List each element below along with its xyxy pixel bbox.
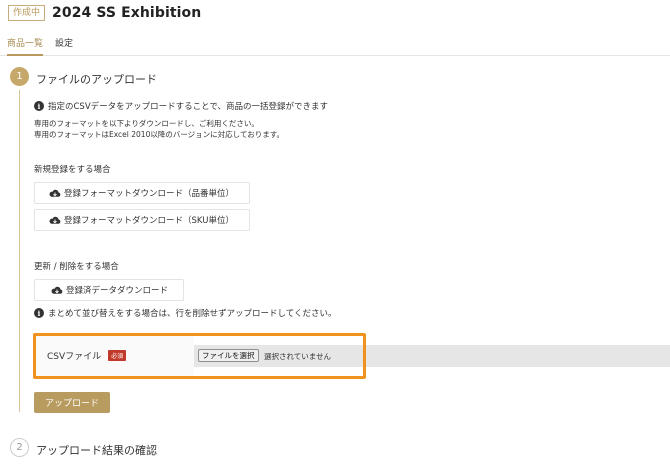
reorder-warning-text: まとめて並び替えをする場合は、行を削除せずアップロードしてください。 bbox=[48, 309, 337, 319]
download-format-item-label: 登録フォーマットダウンロード（品番単位） bbox=[64, 189, 235, 199]
step-2-number: 2 bbox=[10, 438, 29, 457]
page-header: 作成中 2024 SS Exhibition bbox=[8, 4, 201, 22]
info-icon: i bbox=[34, 101, 44, 111]
tab-product-list[interactable]: 商品一覧 bbox=[7, 36, 44, 56]
reorder-warning: i まとめて並び替えをする場合は、行を削除せずアップロードしてください。 bbox=[34, 307, 337, 319]
info-note-1: 専用のフォーマットを以下よりダウンロードし、ご利用ください。 bbox=[34, 119, 259, 128]
download-format-sku-label: 登録フォーマットダウンロード（SKU単位） bbox=[64, 216, 234, 226]
info-main-text: 指定のCSVデータをアップロードすることで、商品の一括登録ができます bbox=[48, 102, 329, 112]
tab-settings[interactable]: 設定 bbox=[55, 36, 73, 56]
step-1-title: ファイルのアップロード bbox=[36, 73, 157, 86]
download-registered-data-button[interactable]: 登録済データダウンロード bbox=[34, 279, 184, 301]
step-1-number: 1 bbox=[10, 67, 29, 86]
info-note-2: 専用のフォーマットはExcel 2010以降のバージョンに対応しております。 bbox=[34, 130, 284, 139]
cloud-download-icon bbox=[49, 189, 61, 197]
cloud-download-icon bbox=[49, 216, 61, 224]
step-connector-line bbox=[19, 90, 20, 412]
cloud-download-icon bbox=[51, 286, 63, 294]
page-title: 2024 SS Exhibition bbox=[52, 5, 202, 21]
new-registration-label: 新規登録をする場合 bbox=[34, 165, 111, 175]
upload-button[interactable]: アップロード bbox=[34, 392, 110, 413]
info-icon: i bbox=[34, 308, 44, 318]
update-delete-label: 更新 / 削除をする場合 bbox=[34, 262, 119, 272]
download-registered-data-label: 登録済データダウンロード bbox=[66, 286, 169, 296]
highlight-box bbox=[33, 333, 366, 379]
tab-bar: 商品一覧 設定 bbox=[0, 28, 670, 56]
step-2-title: アップロード結果の確認 bbox=[36, 444, 157, 457]
download-format-sku-button[interactable]: 登録フォーマットダウンロード（SKU単位） bbox=[34, 209, 250, 231]
info-message: i 指定のCSVデータをアップロードすることで、商品の一括登録ができます bbox=[34, 100, 328, 112]
download-format-item-button[interactable]: 登録フォーマットダウンロード（品番単位） bbox=[34, 182, 250, 204]
status-badge: 作成中 bbox=[8, 5, 46, 21]
